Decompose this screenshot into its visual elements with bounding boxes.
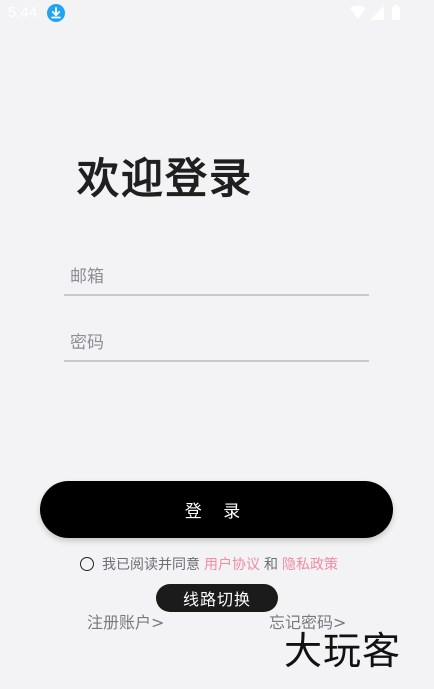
- agree-radio[interactable]: [80, 557, 94, 571]
- privacy-policy-link[interactable]: 隐私政策: [282, 554, 338, 574]
- agreement-row: 我已阅读并同意 用户协议 和 隐私政策: [80, 554, 342, 574]
- watermark-logo: 大玩客: [284, 629, 402, 673]
- user-agreement-link[interactable]: 用户协议: [204, 554, 260, 574]
- agreement-and: 和: [264, 557, 278, 573]
- status-time: 5:44: [8, 4, 38, 21]
- system-status-icons: [350, 5, 400, 20]
- page-title: 欢迎登录: [77, 154, 254, 203]
- password-input[interactable]: [64, 326, 369, 362]
- login-button[interactable]: 登 录: [40, 481, 393, 538]
- route-switch-button[interactable]: 线路切换: [156, 584, 278, 612]
- agreement-prefix: 我已阅读并同意: [102, 557, 200, 573]
- status-bar: 5:44: [0, 0, 434, 26]
- register-link[interactable]: 注册账户>: [87, 609, 164, 633]
- email-input[interactable]: [64, 260, 369, 296]
- wifi-icon: [350, 5, 366, 19]
- signal-icon: [370, 6, 384, 20]
- download-icon: [47, 4, 65, 22]
- battery-icon: [392, 5, 400, 20]
